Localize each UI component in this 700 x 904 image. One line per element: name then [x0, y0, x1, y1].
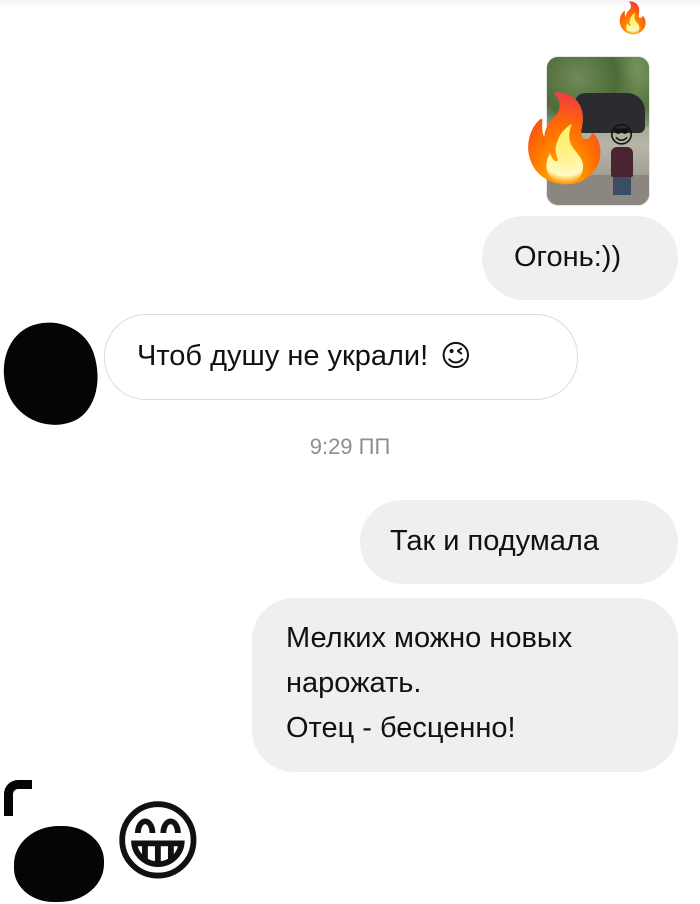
message-text: Чтоб душу не украли!: [137, 340, 429, 372]
message-text: Огонь:)): [514, 241, 622, 273]
sent-message-bubble[interactable]: Так и подумала: [360, 500, 678, 584]
message-text-line: нарожать.: [286, 667, 422, 699]
scribble-mark: [4, 780, 32, 816]
sender-avatar[interactable]: [0, 310, 112, 438]
message-text: Так и подумала: [390, 525, 599, 557]
sender-avatar[interactable]: [14, 826, 104, 902]
sent-message-bubble[interactable]: Огонь:)): [482, 216, 678, 300]
grinning-face-icon[interactable]: 😁: [112, 798, 204, 886]
message-timestamp: 9:29 ПП: [309, 434, 391, 459]
top-fade: [0, 0, 700, 8]
fire-overlay-icon: 🔥: [512, 89, 617, 187]
message-text-line: Отец - бесценно!: [286, 712, 516, 744]
received-message-bubble[interactable]: Чтоб душу не украли! 😉: [104, 314, 578, 400]
winking-face-icon: 😉: [440, 340, 472, 373]
sent-message-bubble[interactable]: Мелких можно новых нарожать. Отец - бесц…: [252, 598, 678, 772]
fire-reaction-icon[interactable]: 🔥: [614, 4, 651, 34]
message-text-line: Мелких можно новых: [286, 622, 573, 654]
